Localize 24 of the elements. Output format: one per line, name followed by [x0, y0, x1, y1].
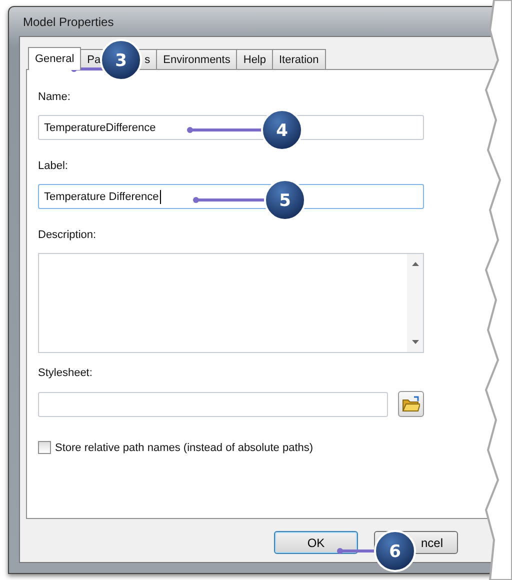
window-title: Model Properties — [23, 14, 114, 28]
field-label: Name: — [38, 91, 70, 103]
scroll-up-icon[interactable] — [412, 262, 418, 266]
stylesheet-field[interactable] — [38, 392, 388, 416]
tab[interactable]: General — [28, 47, 82, 70]
step-callout-tooltip: 4 — [261, 109, 303, 151]
step-callout-tooltip: 6 — [374, 530, 416, 572]
field-label: Stylesheet: — [38, 367, 92, 379]
ok-button[interactable]: OK — [274, 531, 358, 554]
tab[interactable]: Help — [236, 49, 273, 69]
scroll-down-icon[interactable] — [412, 340, 418, 344]
tab[interactable]: Iteration — [272, 49, 326, 69]
description-field[interactable] — [38, 253, 424, 353]
folder-icon — [402, 396, 420, 412]
tab[interactable]: Environments — [156, 49, 238, 69]
leader-line — [193, 197, 265, 203]
browse-button[interactable] — [398, 391, 424, 417]
step-callout-tooltip: 5 — [264, 179, 306, 221]
leader-line — [337, 548, 375, 554]
checkbox[interactable] — [38, 441, 51, 454]
step-callout-tooltip: 3 — [100, 39, 142, 81]
checkbox-label: Store relative path names (instead of absolute paths) — [55, 442, 314, 454]
field-label: Label: — [38, 160, 68, 172]
field-label: Description: — [38, 229, 96, 241]
